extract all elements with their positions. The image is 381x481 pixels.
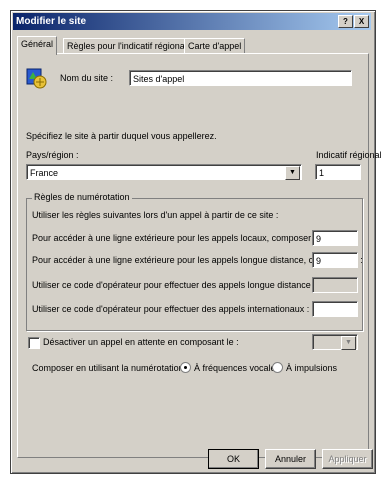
carrier-long-distance-input[interactable] [312,277,358,293]
chevron-down-icon[interactable]: ▼ [341,336,356,350]
area-code-label: Indicatif régional : [316,150,381,160]
area-code-input[interactable]: 1 [315,164,361,180]
tone-radio[interactable] [180,362,191,373]
specify-text: Spécifiez le site à partir duquel vous a… [26,131,217,141]
site-name-input[interactable]: Sites d'appel [129,70,352,86]
tab-calling-card[interactable]: Carte d'appel [184,38,246,54]
tab-area-code-rules[interactable]: Règles pour l'indicatif régional [63,38,191,54]
phone-globe-icon [26,67,48,89]
close-button[interactable]: X [354,15,369,28]
call-waiting-checkbox[interactable] [28,337,40,349]
carrier-international-input[interactable] [312,301,358,317]
tab-general[interactable]: Général [17,36,58,55]
long-distance-access-input[interactable]: 9 [312,252,358,268]
dialing-rules-intro: Utiliser les règles suivantes lors d'un … [32,210,279,220]
call-waiting-select[interactable]: ▼ [312,334,358,350]
country-label: Pays/région : [26,150,79,160]
dialing-rules-title: Règles de numérotation [32,192,132,202]
call-waiting-label: Désactiver un appel en attente en compos… [43,337,239,347]
local-access-label: Pour accéder à une ligne extérieure pour… [32,233,326,243]
pulse-label: À impulsions [286,363,338,373]
cancel-button[interactable]: Annuler [265,449,316,469]
ok-button[interactable]: OK [208,449,259,469]
chevron-down-icon[interactable]: ▼ [285,166,300,180]
pulse-radio[interactable] [272,362,283,373]
general-panel: Nom du site : Sites d'appel Spécifiez le… [17,53,381,458]
window-title: Modifier le site [16,16,87,27]
help-button[interactable]: ? [338,15,353,28]
apply-button[interactable]: Appliquer [322,449,373,469]
tone-label: À fréquences vocales [194,363,281,373]
country-value: France [30,168,59,178]
dialog-window: Modifier le site ? X Général Règles pour… [10,10,381,474]
local-access-input[interactable]: 9 [312,230,358,246]
title-bar[interactable]: Modifier le site ? X [13,13,371,30]
carrier-long-distance-label: Utiliser ce code d'opérateur pour effect… [32,280,316,290]
carrier-international-label: Utiliser ce code d'opérateur pour effect… [32,304,310,314]
dial-mode-label: Composer en utilisant la numérotation : [32,363,189,373]
country-select[interactable]: France ▼ [26,164,302,180]
site-name-label: Nom du site : [60,73,114,83]
